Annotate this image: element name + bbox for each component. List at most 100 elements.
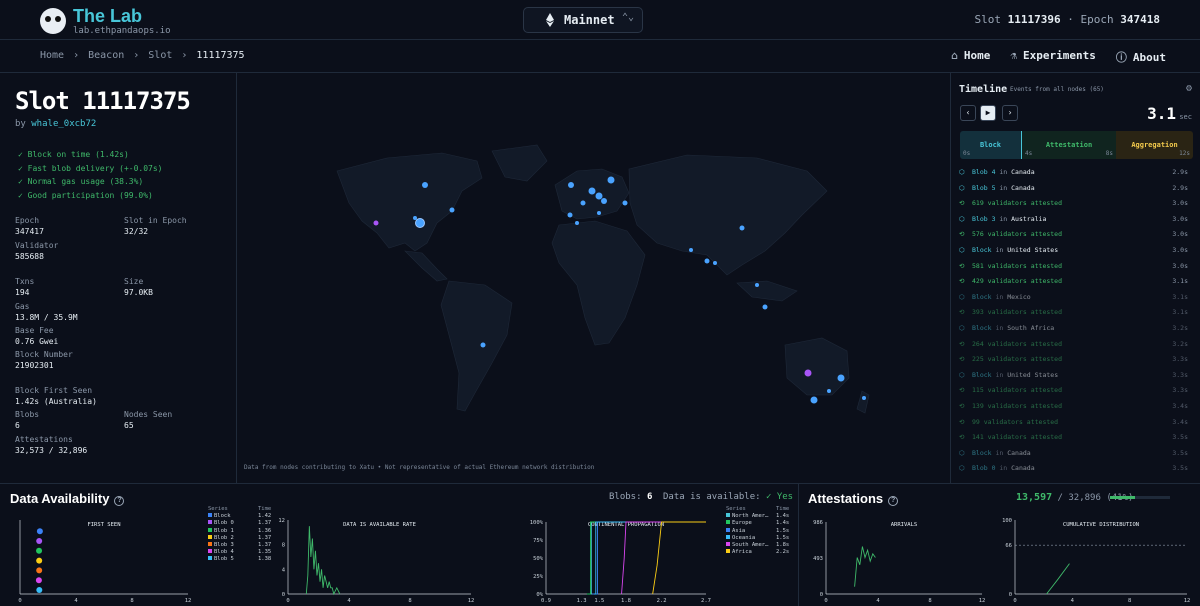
timeline-event[interactable]: ⬡ Block in Mexico 3.1s [951, 290, 1200, 306]
nav-about[interactable]: ⓘ About [1116, 49, 1166, 65]
node-marker [827, 389, 831, 393]
field-value: 585688 [15, 252, 44, 261]
node-marker [415, 218, 425, 228]
network-select[interactable]: Mainnet ⌃⌄ [523, 7, 643, 33]
phase-aggregation[interactable]: Aggregation 12s [1116, 131, 1193, 159]
timeline-event[interactable]: ⟲ 141 validators attested 3.5s [951, 430, 1200, 446]
event-time: 3.3s [1172, 370, 1188, 379]
legend-item[interactable]: Blob 3 1.37 [208, 542, 271, 549]
field-gas: Gas 13.8M / 35.9M [15, 302, 78, 322]
legend-item[interactable]: Blob 0 1.37 [208, 520, 271, 527]
legend-item[interactable]: Blob 4 1.35 [208, 549, 271, 556]
world-map-svg [336, 144, 870, 414]
timeline-event[interactable]: ⟲ 225 validators attested 3.3s [951, 352, 1200, 368]
field-label: Validator [15, 241, 59, 250]
node-marker [622, 200, 628, 206]
x-tick-label: 4 [876, 598, 880, 604]
node-marker [755, 283, 759, 287]
legend-time: 1.4s [776, 520, 790, 527]
play-button[interactable]: ▶ [980, 105, 996, 121]
timeline-event[interactable]: ⟲ 393 validators attested 3.1s [951, 305, 1200, 321]
legend-item[interactable]: Block 1.42 [208, 513, 271, 520]
breadcrumb-slot[interactable]: Slot [148, 50, 172, 61]
field-value: 13.8M / 35.9M [15, 313, 78, 322]
event-time: 3.4s [1172, 401, 1188, 410]
timeline-event[interactable]: ⬡ Blob 0 in Canada 3.5s [951, 461, 1200, 477]
phase-attestation[interactable]: Attestation 4s 8s [1022, 131, 1116, 159]
event-time: 3.3s [1172, 386, 1188, 395]
chart-title: DATA IS AVAILABLE RATE [343, 522, 416, 528]
current-epoch: 347418 [1120, 13, 1160, 26]
continental-propagation-chart: CONTINENTAL PROPAGATION0.9 1.3 1.5 1.8 2.2 2.… [530, 520, 711, 604]
timeline-event[interactable]: ⟲ 429 validators attested 3.1s [951, 274, 1200, 290]
breadcrumb-home[interactable]: Home [40, 50, 64, 61]
nav-home[interactable]: ⌂ Home [951, 49, 990, 65]
timeline-event[interactable]: ⟲ 139 validators attested 3.4s [951, 399, 1200, 415]
event-text: Blob 4 in Canada [972, 168, 1035, 176]
rate-line [305, 526, 341, 596]
x-tick-label: 0.9 [541, 598, 551, 604]
timeline-event[interactable]: ⬡ Blob 4 in Canada 2.9s [951, 165, 1200, 181]
y-tick-label: 100% [530, 520, 544, 526]
timeline-event[interactable]: ⟲ 619 validators attested 3.0s [951, 196, 1200, 212]
chart-title: FIRST SEEN [87, 522, 120, 528]
legend-item[interactable]: South Amer… 1.8s [726, 542, 789, 549]
legend-item[interactable]: Blob 2 1.37 [208, 534, 271, 542]
legend-swatch [208, 542, 212, 547]
event-text: Block in United States [972, 370, 1059, 379]
node-marker [413, 216, 417, 220]
node-marker [568, 182, 574, 188]
help-icon[interactable]: ? [114, 496, 125, 506]
y-tick-label: 8 [282, 543, 285, 549]
legend-item[interactable]: Africa 2.2s [726, 549, 789, 556]
event-time: 3.5s [1172, 448, 1188, 457]
x-tick-label: 8 [928, 598, 931, 604]
nav-experiments[interactable]: ⚗ Experiments [1010, 49, 1095, 65]
timeline-event[interactable]: ⬡ Block in South Africa 3.2s [951, 321, 1200, 337]
brand-title[interactable]: The Lab [73, 6, 142, 27]
breadcrumb: Home › Beacon › Slot › 11117375 [40, 50, 245, 61]
node-marker [567, 212, 573, 218]
event-text: 141 validators attested [972, 433, 1063, 442]
gear-icon[interactable]: ⚙ [1186, 83, 1192, 94]
legend-name: Blob 2 [214, 534, 234, 541]
timeline-event[interactable]: ⟲ 264 validators attested 3.2s [951, 337, 1200, 353]
timeline-event[interactable]: ⬡ Blob 5 in Canada 2.9s [951, 181, 1200, 197]
legend-item[interactable]: Blob 1 1.36 [208, 527, 271, 535]
legend-swatch [726, 513, 730, 518]
field-label: Nodes Seen [124, 410, 173, 419]
proposer-link[interactable]: whale_0xcb72 [31, 119, 96, 129]
x-tick-label: 2.7 [701, 598, 711, 604]
step-forward-button[interactable]: › [1002, 105, 1018, 121]
step-back-button[interactable]: ‹ [960, 105, 976, 121]
nav-about-label: About [1132, 51, 1166, 64]
event-text: Block in South Africa [972, 323, 1055, 332]
timeline-event[interactable]: ⟲ 581 validators attested 3.0s [951, 259, 1200, 275]
timeline-event[interactable]: ⟲ 576 validators attested 3.0s [951, 227, 1200, 243]
timeline-event[interactable]: ⬡ Block in United States 3.0s [951, 243, 1200, 259]
world-map[interactable]: Data from nodes contributing to Xatu • N… [237, 73, 950, 483]
timeline-event[interactable]: ⟲ 115 validators attested 3.3s [951, 383, 1200, 399]
timeline-event[interactable]: ⬡ Block in Canada 3.5s [951, 446, 1200, 462]
field-label: Base Fee [15, 326, 54, 335]
phase-block[interactable]: Block 0s [960, 131, 1022, 159]
field-value: 347417 [15, 227, 44, 236]
timeline-event[interactable]: ⬡ Blob 3 in Australia 3.0s [951, 212, 1200, 228]
legend-item[interactable]: Asia 1.5s [726, 527, 789, 535]
panda-logo-icon[interactable] [40, 8, 66, 34]
timeline-event[interactable]: ⬡ Block in United States 3.3s [951, 368, 1200, 384]
legend-name: Africa [732, 549, 752, 556]
node-marker [575, 221, 579, 225]
phase-bar[interactable]: Block 0s Attestation 4s 8s Aggregation 12s [960, 131, 1193, 159]
timeline-event[interactable]: ⟲ 99 validators attested 3.4s [951, 415, 1200, 431]
y-tick-label: 100 [1002, 518, 1012, 524]
legend-item[interactable]: Blob 5 1.38 [208, 556, 271, 563]
legend-item[interactable]: Oceania 1.5s [726, 534, 789, 542]
help-icon[interactable]: ? [888, 496, 899, 506]
legend-item[interactable]: Europe 1.4s [726, 520, 789, 527]
breadcrumb-beacon[interactable]: Beacon [88, 50, 124, 61]
field-value: 6 [15, 421, 20, 430]
legend-item[interactable]: North Amer… 1.4s [726, 513, 789, 520]
legend-header: Series Time [726, 506, 790, 512]
by-label: by [15, 119, 26, 129]
